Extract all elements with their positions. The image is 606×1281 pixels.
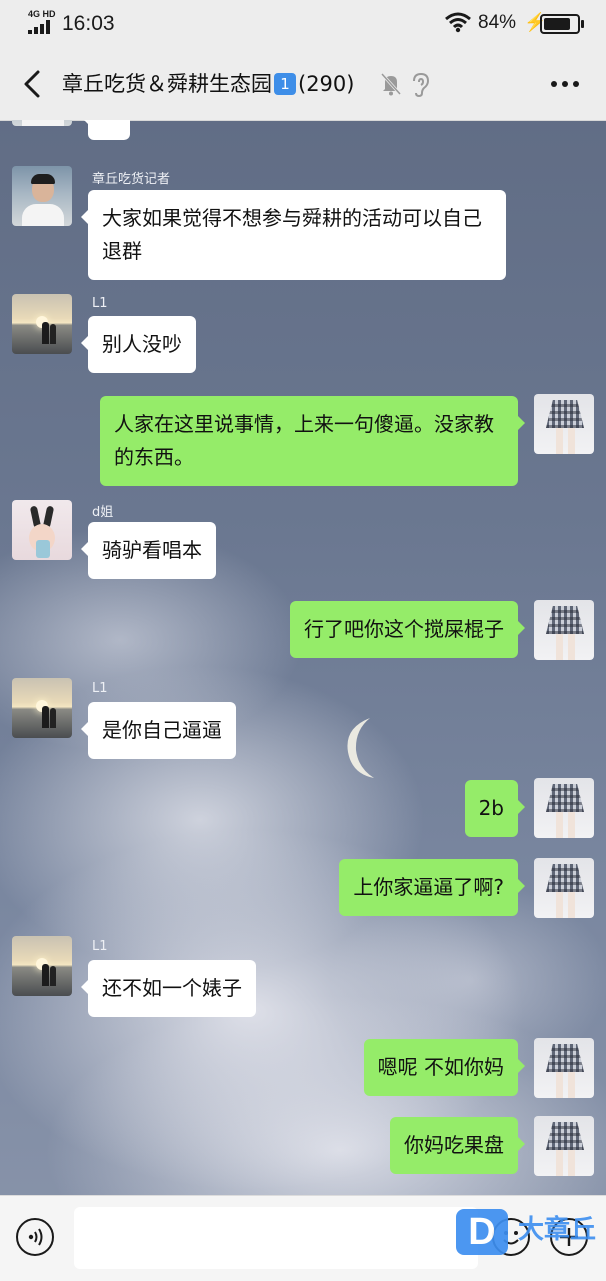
watermark-text: 大章丘 [518,1215,597,1245]
signal-icon [28,20,50,34]
watermark-logo: D [456,1209,508,1255]
message-list[interactable]: 0 章丘吃货记者 大家如果觉得不想参与舜耕的活动可以自己退群 L1 别人没吵 人… [0,120,606,1195]
avatar[interactable] [534,394,594,454]
battery-percent: 84% [478,12,517,33]
group-name: 章丘吃货＆舜耕生态园 [62,72,272,96]
message-bubble[interactable]: 0 [81,120,130,140]
member-count: (290) [298,72,355,96]
message-bubble[interactable]: 嗯呢 不如你妈 [363,1039,526,1096]
message-bubble[interactable]: 骑驴看唱本 [81,522,216,579]
message-bubble[interactable]: 行了吧你这个搅屎棍子 [290,601,525,658]
message-bubble[interactable]: 人家在这里说事情，上来一句傻逼。没家教的东西。 [100,396,525,486]
avatar[interactable] [12,294,72,354]
avatar[interactable] [12,936,72,996]
avatar[interactable] [534,600,594,660]
status-bar: 4G HD 16:03 84% ⚡ [0,0,606,48]
message-bubble[interactable]: 别人没吵 [81,316,196,373]
watermark: D 大章丘 [456,1205,606,1265]
title-badge: 1 [274,73,296,95]
clock: 16:03 [62,12,115,35]
sender-name: 章丘吃货记者 [92,172,171,187]
chat-title: 章丘吃货＆舜耕生态园 1 (290) [62,68,354,98]
sender-name: L1 [92,939,108,954]
sender-name: d姐 [92,505,114,520]
voice-button[interactable] [16,1218,54,1256]
chat-header: 章丘吃货＆舜耕生态园 1 (290) [0,48,606,121]
message-bubble[interactable]: 还不如一个婊子 [81,960,256,1017]
avatar[interactable] [534,858,594,918]
message-bubble[interactable]: 大家如果觉得不想参与舜耕的活动可以自己退群 [81,190,506,280]
avatar[interactable] [534,1116,594,1176]
more-icon[interactable] [548,72,582,96]
chevron-left-icon[interactable] [18,68,46,100]
message-bubble[interactable]: 上你家逼逼了啊? [339,859,525,916]
avatar[interactable] [12,120,72,126]
message-bubble[interactable]: 是你自己逼逼 [81,702,236,759]
battery-icon [540,14,584,34]
network-type: 4G HD [28,9,56,19]
ear-icon [413,72,430,98]
message-input[interactable] [74,1207,478,1269]
sender-name: L1 [92,296,108,311]
avatar[interactable] [12,500,72,560]
message-bubble[interactable]: 你妈吃果盘 [390,1117,525,1174]
bell-off-icon [380,72,402,96]
moon-decoration [347,718,374,778]
avatar[interactable] [534,1038,594,1098]
avatar[interactable] [12,166,72,226]
sender-name: L1 [92,681,108,696]
avatar[interactable] [12,678,72,738]
message-bubble[interactable]: 2b [464,780,526,837]
avatar[interactable] [534,778,594,838]
voice-icon [28,1228,43,1246]
wifi-icon [445,12,471,33]
